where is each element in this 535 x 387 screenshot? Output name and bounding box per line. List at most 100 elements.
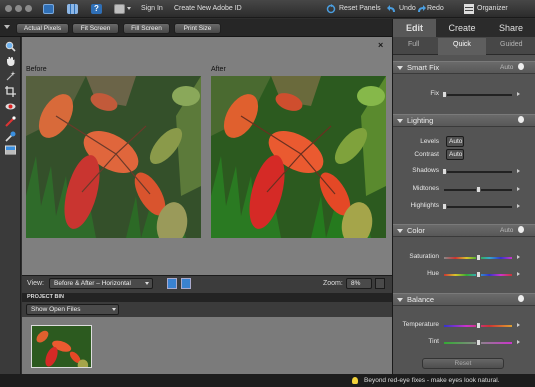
before-image — [26, 76, 201, 238]
fit-screen-button[interactable]: Fit Screen — [72, 23, 119, 34]
lightbulb-icon[interactable] — [518, 63, 524, 70]
window-zoom-dot[interactable] — [25, 5, 32, 12]
tab-create[interactable]: Create — [438, 19, 486, 37]
lighting-header[interactable]: Lighting — [393, 114, 535, 127]
highlights-arrow-icon[interactable] — [517, 204, 520, 208]
saturation-slider-knob[interactable] — [476, 254, 481, 261]
grid-icon[interactable] — [67, 4, 78, 14]
zoom-tool-icon[interactable] — [5, 41, 16, 52]
subtab-full[interactable]: Full — [408, 41, 419, 48]
levels-label: Levels — [420, 138, 439, 145]
fix-slider[interactable] — [442, 91, 512, 98]
reset-panels-icon[interactable] — [326, 4, 336, 14]
hand-tool-icon[interactable] — [5, 56, 16, 67]
fill-screen-button[interactable]: Fill Screen — [123, 23, 170, 34]
reset-button[interactable]: Reset — [422, 358, 504, 369]
zoom-label: Zoom: — [323, 280, 343, 287]
before-label: Before — [26, 66, 47, 73]
help-icon[interactable]: ? — [91, 4, 102, 14]
view-select[interactable]: Before & After – Horizontal — [49, 278, 153, 289]
layout-icon[interactable] — [114, 4, 125, 14]
red-eye-icon[interactable] — [5, 101, 16, 112]
fix-slider-knob[interactable] — [442, 91, 447, 98]
swap-views-icon[interactable] — [167, 278, 177, 289]
view-label: View: — [27, 280, 44, 287]
midtones-arrow-icon[interactable] — [517, 187, 520, 191]
contrast-auto-button[interactable]: Auto — [446, 149, 464, 160]
whiten-teeth-icon[interactable] — [5, 116, 16, 127]
midtones-slider-knob[interactable] — [476, 186, 481, 193]
zoom-input[interactable]: 8% — [346, 278, 372, 289]
organizer-button[interactable]: Organizer — [477, 5, 508, 12]
tab-edit[interactable]: Edit — [393, 19, 436, 37]
midtones-slider[interactable] — [444, 186, 512, 193]
undo-button[interactable]: Undo — [399, 5, 416, 12]
lightbulb-icon[interactable] — [518, 116, 524, 123]
temperature-slider[interactable] — [444, 322, 512, 329]
subtab-quick[interactable]: Quick — [453, 41, 471, 48]
shadows-slider-knob[interactable] — [442, 168, 447, 175]
print-size-button[interactable]: Print Size — [174, 23, 221, 34]
temperature-arrow-icon[interactable] — [517, 323, 520, 327]
balance-header[interactable]: Balance — [393, 293, 535, 306]
bw-icon[interactable] — [5, 145, 16, 156]
highlights-slider[interactable] — [442, 203, 512, 210]
hue-label: Hue — [427, 270, 439, 277]
smart-fix-auto-button[interactable]: Auto — [500, 64, 513, 71]
create-adobe-id-link[interactable]: Create New Adobe ID — [174, 5, 242, 12]
sync-views-icon[interactable] — [181, 278, 191, 289]
project-bin-header: PROJECT BIN — [22, 293, 392, 302]
shadows-slider[interactable] — [442, 168, 512, 175]
after-image — [211, 76, 386, 238]
undo-icon[interactable] — [387, 4, 397, 14]
sign-in-link[interactable]: Sign In — [141, 5, 163, 12]
magic-wand-icon[interactable] — [5, 71, 16, 82]
saturation-arrow-icon[interactable] — [517, 255, 520, 259]
saturation-slider[interactable] — [444, 254, 512, 261]
bin-filter-select[interactable]: Show Open Files — [26, 304, 119, 315]
hue-slider[interactable] — [444, 271, 512, 278]
window-close-dot[interactable] — [5, 5, 12, 12]
tint-slider[interactable] — [444, 339, 512, 346]
fix-label: Fix — [430, 90, 439, 97]
zoom-slider-toggle[interactable] — [375, 278, 385, 289]
shadows-arrow-icon[interactable] — [517, 169, 520, 173]
fix-arrow-icon[interactable] — [517, 92, 520, 96]
options-menu-icon[interactable] — [4, 25, 10, 29]
lightbulb-icon[interactable] — [518, 295, 524, 302]
reset-panels-button[interactable]: Reset Panels — [339, 5, 381, 12]
highlights-slider-knob[interactable] — [442, 203, 447, 210]
actual-pixels-button[interactable]: Actual Pixels — [16, 23, 69, 34]
redo-icon[interactable] — [416, 4, 426, 14]
close-icon[interactable]: × — [378, 40, 383, 50]
window-minimize-dot[interactable] — [15, 5, 22, 12]
bin-thumbnail[interactable] — [31, 325, 92, 368]
levels-auto-button[interactable]: Auto — [446, 136, 464, 147]
blue-skies-icon[interactable] — [5, 131, 16, 142]
after-label: After — [211, 66, 226, 73]
redo-button[interactable]: Redo — [427, 5, 444, 12]
temperature-label: Temperature — [402, 321, 440, 328]
tint-slider-knob[interactable] — [476, 339, 481, 346]
color-header[interactable]: Color — [393, 224, 535, 237]
chevron-down-icon[interactable] — [127, 7, 131, 10]
photo-icon[interactable] — [43, 4, 54, 14]
tint-arrow-icon[interactable] — [517, 340, 520, 344]
lightbulb-icon — [352, 377, 358, 384]
hue-arrow-icon[interactable] — [517, 272, 520, 276]
midtones-label: Midtones — [412, 185, 439, 192]
organizer-icon[interactable] — [464, 4, 474, 14]
lightbulb-icon[interactable] — [518, 226, 524, 233]
smart-fix-header[interactable]: Smart Fix — [393, 61, 535, 74]
chevron-down-icon — [145, 282, 149, 285]
application-bar — [0, 0, 535, 18]
tab-share[interactable]: Share — [487, 19, 535, 37]
hue-slider-knob[interactable] — [476, 271, 481, 278]
saturation-label: Saturation — [409, 253, 439, 260]
contrast-label: Contrast — [414, 151, 439, 158]
temperature-slider-knob[interactable] — [476, 322, 481, 329]
tint-label: Tint — [428, 338, 439, 345]
crop-icon[interactable] — [5, 86, 16, 97]
subtab-guided[interactable]: Guided — [500, 41, 523, 48]
color-auto-button[interactable]: Auto — [500, 227, 513, 234]
